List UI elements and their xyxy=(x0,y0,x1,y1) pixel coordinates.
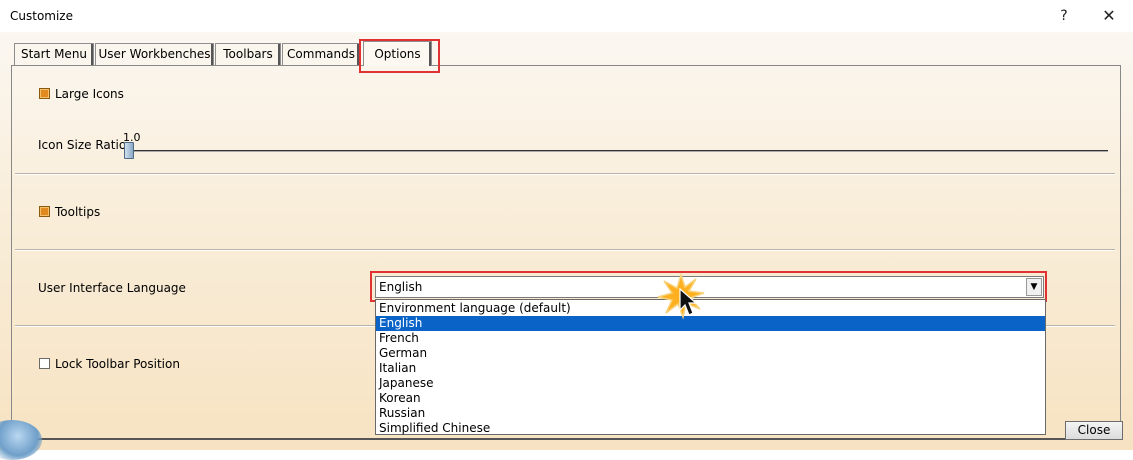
close-window-button[interactable]: ✕ xyxy=(1098,6,1120,26)
tab-commands[interactable]: Commands xyxy=(282,43,360,65)
language-option-italian[interactable]: Italian xyxy=(376,361,1045,376)
language-option-russian[interactable]: Russian xyxy=(376,406,1045,421)
mouse-pointer-icon xyxy=(679,288,698,316)
close-button[interactable]: Close xyxy=(1065,421,1123,440)
combobox-highlight-box xyxy=(370,271,1047,302)
language-option-simplified-chinese[interactable]: Simplified Chinese xyxy=(376,421,1045,436)
lock-toolbar-label: Lock Toolbar Position xyxy=(55,357,180,371)
click-indicator xyxy=(656,272,706,321)
title-bar: Customize ? ✕ xyxy=(0,0,1133,32)
tab-toolbars[interactable]: Toolbars xyxy=(215,43,281,65)
large-icons-checkbox[interactable] xyxy=(39,88,50,99)
tab-user-workbenches[interactable]: User Workbenches xyxy=(95,43,214,65)
icon-size-ratio-label: Icon Size Ratio xyxy=(38,138,127,152)
language-option-english[interactable]: English xyxy=(376,316,1045,331)
tab-start-menu[interactable]: Start Menu xyxy=(14,43,94,65)
help-button[interactable]: ? xyxy=(1053,6,1075,26)
separator xyxy=(15,173,1115,175)
tooltips-label: Tooltips xyxy=(55,205,101,219)
lock-toolbar-checkbox[interactable] xyxy=(39,358,50,369)
tab-highlight-box xyxy=(359,39,440,73)
tooltips-checkbox[interactable] xyxy=(39,206,50,217)
language-option-environment[interactable]: Environment language (default) xyxy=(376,301,1045,316)
language-option-korean[interactable]: Korean xyxy=(376,391,1045,406)
separator xyxy=(15,249,1115,251)
ui-language-label: User Interface Language xyxy=(38,281,186,295)
ui-language-dropdown-list: Environment language (default) English F… xyxy=(375,299,1046,435)
language-option-japanese[interactable]: Japanese xyxy=(376,376,1045,391)
language-option-french[interactable]: French xyxy=(376,331,1045,346)
icon-size-slider-track[interactable] xyxy=(128,150,1108,152)
language-option-german[interactable]: German xyxy=(376,346,1045,361)
large-icons-label: Large Icons xyxy=(55,87,124,101)
window-title: Customize xyxy=(10,9,73,23)
icon-size-slider-thumb[interactable] xyxy=(124,142,134,159)
